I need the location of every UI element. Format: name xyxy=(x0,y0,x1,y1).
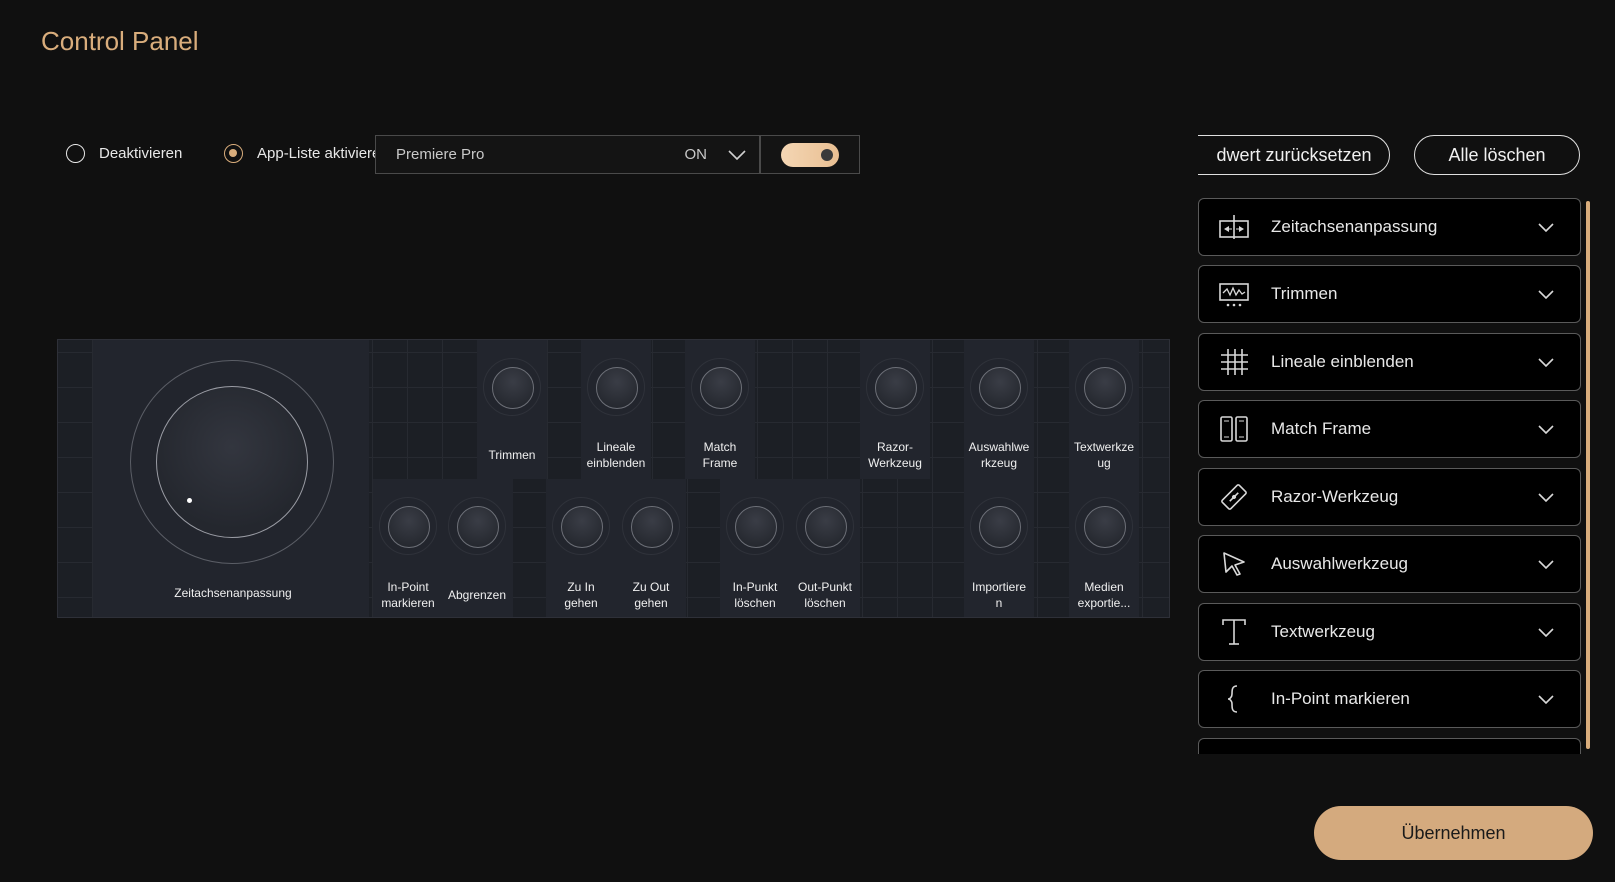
knob-label: Trimmen xyxy=(488,448,536,462)
dial-label: Zeitachsenanpassung xyxy=(174,586,292,600)
knob-in-point[interactable] xyxy=(379,497,437,555)
knob-label: Razor- Werkzeug xyxy=(868,440,922,470)
list-item-label: Trimmen xyxy=(1271,284,1338,303)
chevron-down-icon[interactable] xyxy=(725,143,749,167)
list-item-label: Lineale einblenden xyxy=(1271,352,1414,371)
knob-label: Textwerkze ug xyxy=(1073,440,1135,470)
list-item-text[interactable]: Textwerkzeug xyxy=(1198,603,1581,661)
knob-label: Out-Punkt löschen xyxy=(797,580,853,610)
radio-applist-label: App-Liste aktivieren xyxy=(257,145,389,162)
knob-label: Auswahlwe rkzeug xyxy=(968,440,1030,470)
radio-applist[interactable]: App-Liste aktivieren xyxy=(224,144,389,163)
chevron-down-icon[interactable] xyxy=(1536,487,1556,507)
knob-zu-in[interactable] xyxy=(552,497,610,555)
chevron-down-icon[interactable] xyxy=(1536,554,1556,574)
list-item-trimmen[interactable]: Trimmen xyxy=(1198,265,1581,323)
timeline-adjust-icon xyxy=(1217,210,1251,244)
knob-in-punkt-loeschen[interactable] xyxy=(726,497,784,555)
list-item-label: In-Point markieren xyxy=(1271,689,1410,708)
app-select-dropdown[interactable]: Premiere Pro ON xyxy=(375,135,760,174)
list-scrollbar[interactable] xyxy=(1586,201,1590,749)
knob-medien-exportieren[interactable] xyxy=(1075,497,1133,555)
brace-icon xyxy=(1217,682,1251,716)
page-title: Control Panel xyxy=(41,26,199,56)
clear-all-button[interactable]: Alle löschen xyxy=(1414,135,1580,175)
chevron-down-icon[interactable] xyxy=(1536,217,1556,237)
dial-knob[interactable] xyxy=(156,386,308,538)
knob-label: In-Punkt löschen xyxy=(732,580,778,610)
list-item-razor[interactable]: Razor-Werkzeug xyxy=(1198,468,1581,526)
match-frame-icon xyxy=(1217,412,1251,446)
knob-out-punkt-loeschen[interactable] xyxy=(796,497,854,555)
list-item-auswahl[interactable]: Auswahlwerkzeug xyxy=(1198,535,1581,593)
chevron-down-icon[interactable] xyxy=(1536,622,1556,642)
list-item-label: Zeitachsenanpassung xyxy=(1271,217,1438,236)
function-list: Zeitachsenanpassung Trimmen Lineale einb… xyxy=(1198,198,1581,754)
reset-button-clip: dwert zurücksetzen xyxy=(1198,135,1392,177)
radio-deactivate[interactable]: Deaktivieren xyxy=(66,144,182,163)
knob-label: In-Point markieren xyxy=(381,580,435,610)
chevron-down-icon[interactable] xyxy=(1536,419,1556,439)
chevron-down-icon[interactable] xyxy=(1536,284,1556,304)
list-item-partial[interactable] xyxy=(1198,738,1581,754)
knob-label: Importiere n xyxy=(971,580,1027,610)
knob-auswahl[interactable] xyxy=(970,358,1028,416)
list-item-match-frame[interactable]: Match Frame xyxy=(1198,400,1581,458)
knob-trimmen[interactable] xyxy=(483,358,541,416)
chevron-down-icon[interactable] xyxy=(1536,352,1556,372)
cursor-icon xyxy=(1217,547,1251,581)
list-item-lineale[interactable]: Lineale einblenden xyxy=(1198,333,1581,391)
radio-circle-checked[interactable] xyxy=(224,144,243,163)
device-preview: Zeitachsenanpassung Trimmen Lineale einb… xyxy=(57,339,1170,618)
knob-zu-out[interactable] xyxy=(622,497,680,555)
chevron-down-icon[interactable] xyxy=(1536,689,1556,709)
radio-deactivate-label: Deaktivieren xyxy=(99,145,183,162)
knob-razor[interactable] xyxy=(866,358,924,416)
knob-match-frame[interactable] xyxy=(691,358,749,416)
apply-button[interactable]: Übernehmen xyxy=(1314,806,1593,860)
knob-label: Lineale einblenden xyxy=(586,440,646,470)
grid-icon xyxy=(1217,345,1251,379)
knob-importieren[interactable] xyxy=(970,497,1028,555)
app-select-state: ON xyxy=(684,146,708,163)
dial-indicator xyxy=(187,498,192,503)
toggle-container xyxy=(760,135,860,174)
knob-lineale[interactable] xyxy=(587,358,645,416)
list-item-label: Auswahlwerkzeug xyxy=(1271,554,1409,573)
list-item-in-point[interactable]: In-Point markieren xyxy=(1198,670,1581,728)
knob-label: Abgrenzen xyxy=(447,588,507,602)
knob-label: Zu In gehen xyxy=(564,580,598,610)
list-item-label: Match Frame xyxy=(1271,419,1372,438)
waveform-icon xyxy=(1217,277,1251,311)
reset-default-button[interactable]: dwert zurücksetzen xyxy=(1198,135,1390,175)
knob-text[interactable] xyxy=(1075,358,1133,416)
knob-label: Zu Out gehen xyxy=(632,580,670,610)
app-enable-toggle[interactable] xyxy=(781,142,839,167)
knob-label: Match Frame xyxy=(702,440,738,470)
list-item-label: Razor-Werkzeug xyxy=(1271,487,1399,506)
app-select-value: Premiere Pro xyxy=(396,146,485,163)
knob-abgrenzen[interactable] xyxy=(448,497,506,555)
text-tool-icon xyxy=(1217,615,1251,649)
razor-icon xyxy=(1217,480,1251,514)
knob-label: Medien exportie... xyxy=(1077,580,1131,610)
radio-circle[interactable] xyxy=(66,144,85,163)
list-item-zeitachsenanpassung[interactable]: Zeitachsenanpassung xyxy=(1198,198,1581,256)
list-item-label: Textwerkzeug xyxy=(1271,622,1375,641)
